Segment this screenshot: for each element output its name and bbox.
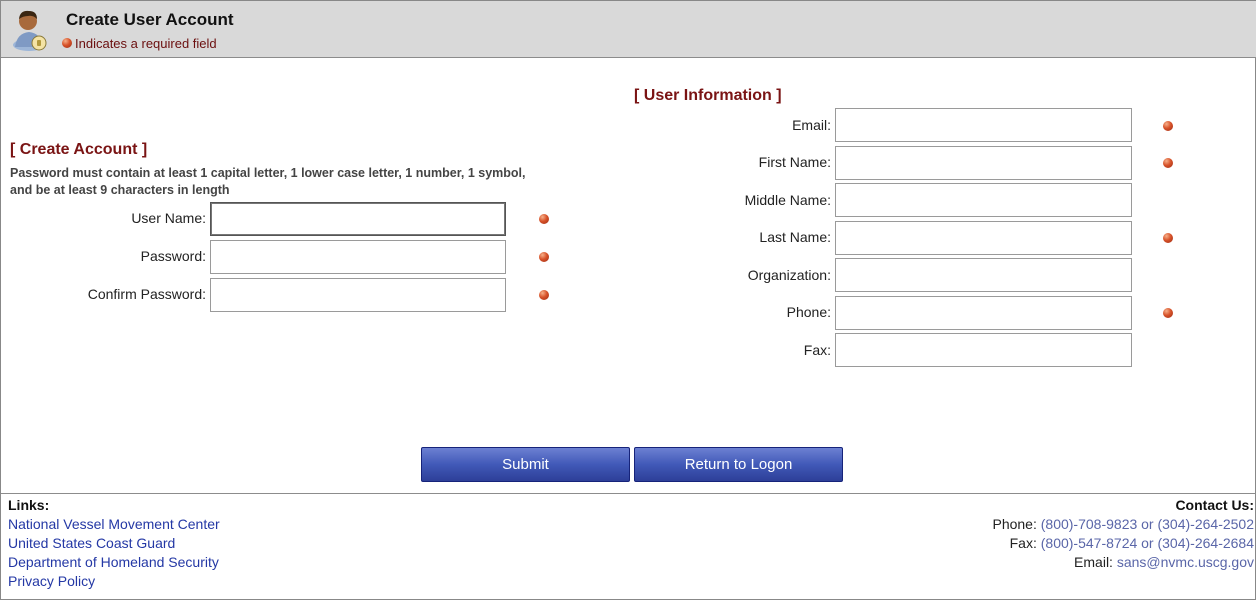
- link-uscg[interactable]: United States Coast Guard: [8, 535, 175, 551]
- contact-phone: Phone: (800)-708-9823 or (304)-264-2502: [992, 516, 1254, 532]
- email-label: Email:: [792, 117, 831, 133]
- page-title: Create User Account: [66, 10, 234, 29]
- required-dot-icon: [1163, 121, 1173, 131]
- last-name-label: Last Name:: [759, 229, 831, 245]
- footer-divider: [1, 493, 1256, 494]
- required-dot-icon: [1163, 158, 1173, 168]
- contact-phone-label: Phone:: [992, 516, 1037, 532]
- required-dot-icon: [539, 214, 549, 224]
- contact-phone-value: (800)-708-9823 or (304)-264-2502: [1040, 516, 1254, 532]
- password-label: Password:: [140, 248, 206, 264]
- required-note: Indicates a required field: [62, 36, 217, 51]
- confirm-password-label: Confirm Password:: [87, 286, 206, 302]
- user-account-icon: [13, 10, 47, 51]
- username-label: User Name:: [131, 210, 206, 226]
- submit-button[interactable]: Submit: [421, 447, 630, 482]
- user-information-title: [ User Information ]: [634, 87, 782, 104]
- required-dot-icon: [539, 252, 549, 262]
- link-nvmc[interactable]: National Vessel Movement Center: [8, 516, 220, 532]
- fax-label: Fax:: [803, 342, 831, 358]
- password-input[interactable]: [210, 240, 506, 274]
- organization-label: Organization:: [747, 267, 831, 283]
- confirm-password-input[interactable]: [210, 278, 506, 312]
- required-dot-icon: [539, 290, 549, 300]
- page-header: Create User Account Indicates a required…: [1, 1, 1256, 58]
- email-input[interactable]: [835, 108, 1132, 142]
- username-input[interactable]: [210, 202, 506, 236]
- link-dhs[interactable]: Department of Homeland Security: [8, 554, 219, 570]
- contact-fax-value: (800)-547-8724 or (304)-264-2684: [1040, 535, 1254, 551]
- contact-heading: Contact Us:: [1175, 497, 1254, 513]
- contact-fax: Fax: (800)-547-8724 or (304)-264-2684: [1010, 535, 1254, 551]
- phone-input[interactable]: [835, 296, 1132, 330]
- contact-email-label: Email:: [1074, 554, 1113, 570]
- required-dot-icon: [62, 38, 72, 48]
- organization-input[interactable]: [835, 258, 1132, 292]
- first-name-input[interactable]: [835, 146, 1132, 180]
- links-heading: Links:: [8, 497, 50, 513]
- contact-fax-label: Fax:: [1009, 535, 1037, 551]
- contact-email-link[interactable]: sans@nvmc.uscg.gov: [1117, 554, 1254, 570]
- required-dot-icon: [1163, 233, 1173, 243]
- required-note-text: Indicates a required field: [75, 36, 217, 51]
- phone-label: Phone:: [786, 304, 831, 320]
- fax-input[interactable]: [835, 333, 1132, 367]
- middle-name-input[interactable]: [835, 183, 1132, 217]
- create-account-title: [ Create Account ]: [10, 141, 148, 158]
- last-name-input[interactable]: [835, 221, 1132, 255]
- password-requirements-note: Password must contain at least 1 capital…: [10, 166, 526, 197]
- return-to-logon-button[interactable]: Return to Logon: [634, 447, 843, 482]
- required-dot-icon: [1163, 308, 1173, 318]
- link-privacy-policy[interactable]: Privacy Policy: [8, 573, 95, 589]
- contact-email: Email: sans@nvmc.uscg.gov: [1074, 554, 1254, 570]
- middle-name-label: Middle Name:: [744, 192, 831, 208]
- first-name-label: First Name:: [758, 154, 831, 170]
